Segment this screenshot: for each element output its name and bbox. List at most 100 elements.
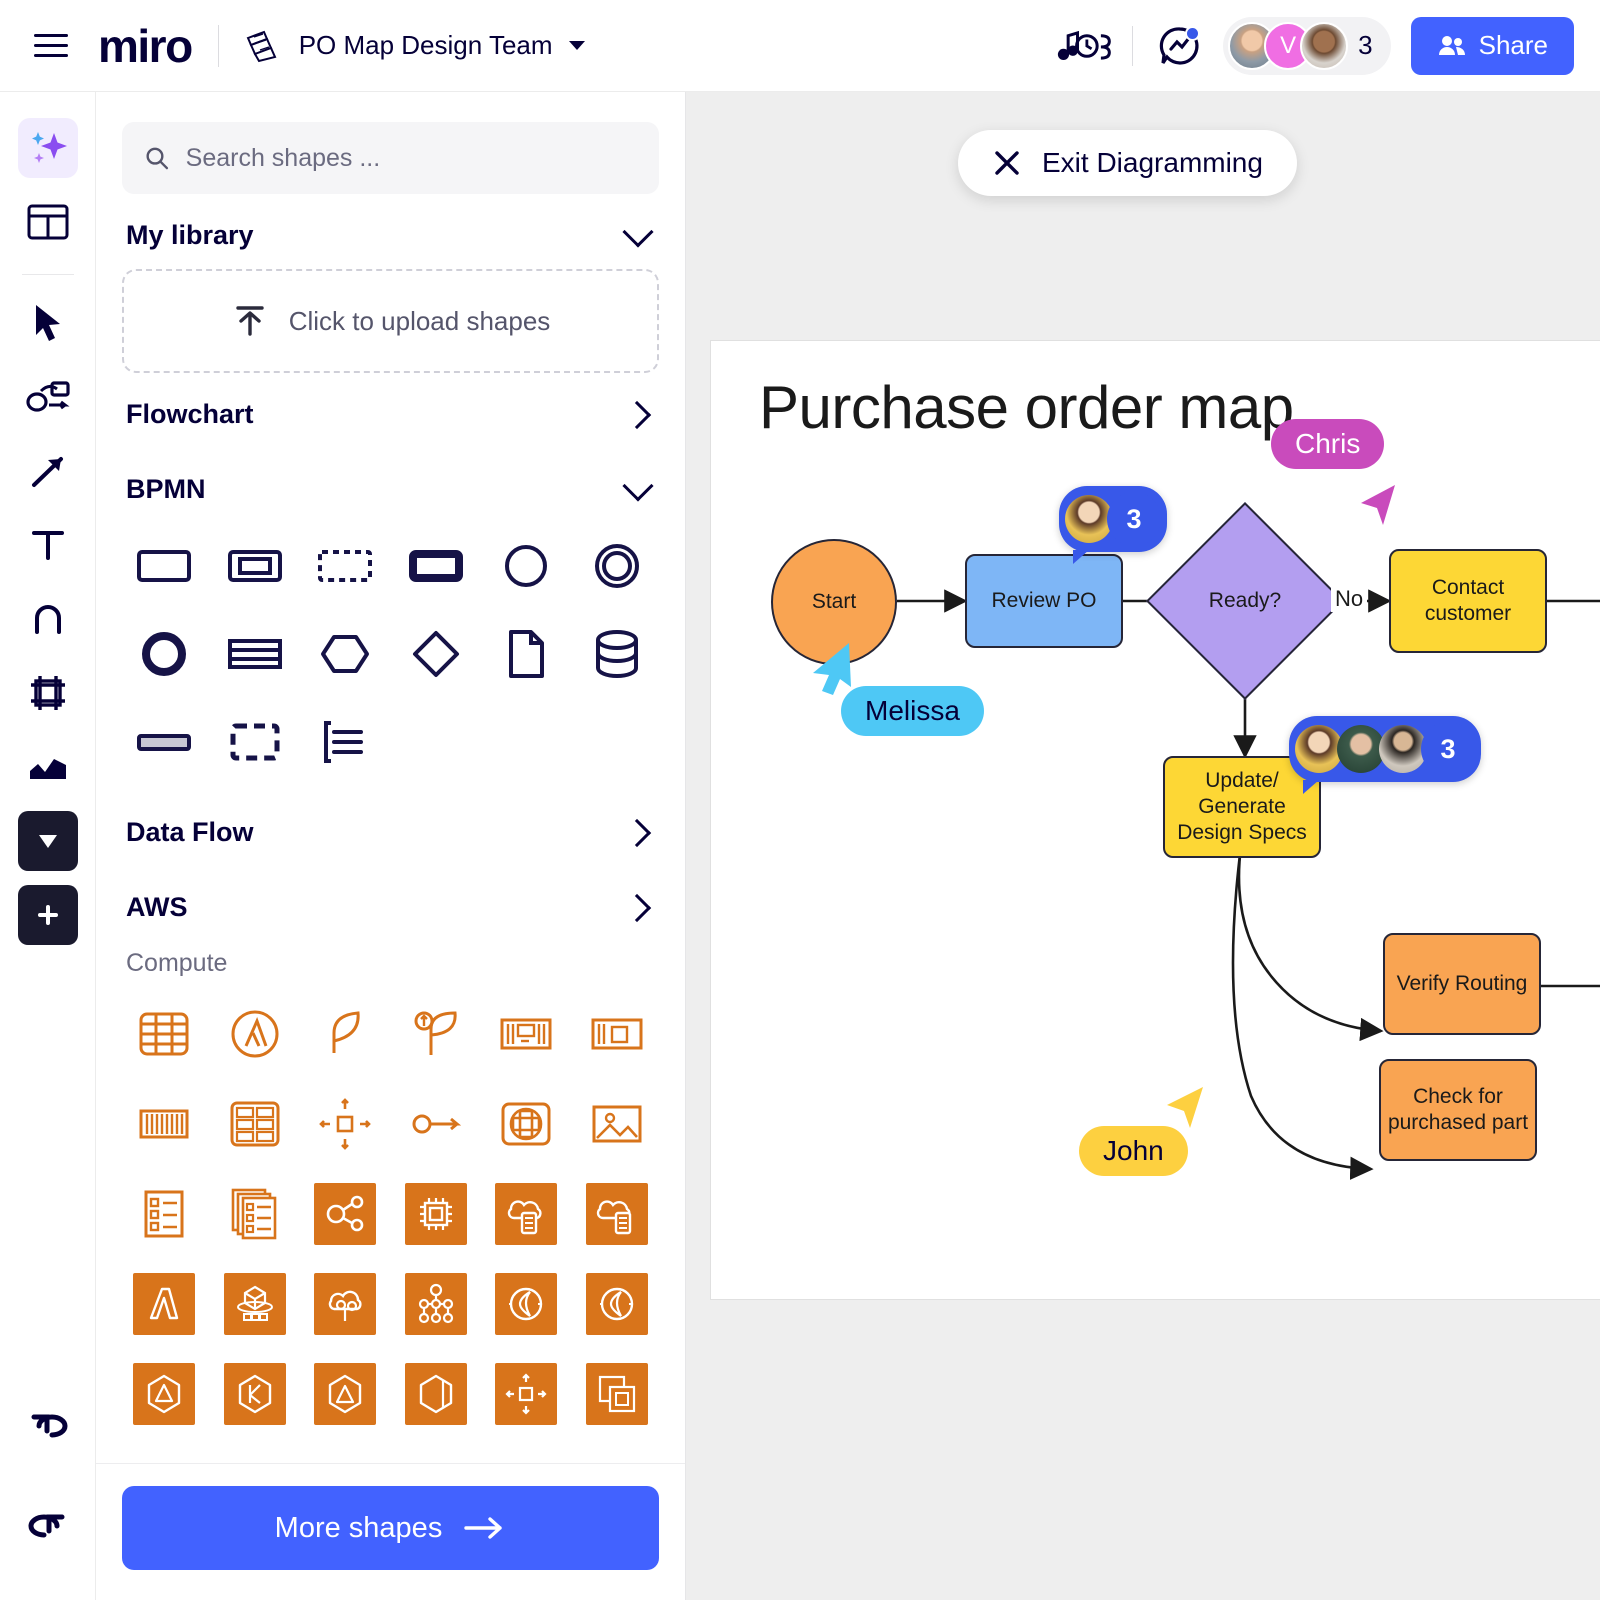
avatar-initial: V xyxy=(1280,31,1297,59)
node-label: Contact customer xyxy=(1424,575,1512,625)
tool-more-apps[interactable] xyxy=(17,885,78,945)
aws-shape-cloud-tree[interactable] xyxy=(303,1266,388,1342)
comment-badge-review[interactable]: 3 xyxy=(1059,486,1167,564)
aws-shape-grid-table[interactable] xyxy=(122,996,207,1072)
tool-arrow[interactable] xyxy=(18,441,78,501)
bpmn-shape-bold-circle[interactable] xyxy=(122,617,207,691)
tool-templates[interactable] xyxy=(18,192,78,252)
node-ready[interactable]: Ready? xyxy=(1146,502,1344,700)
undo-button[interactable] xyxy=(18,1392,78,1452)
tool-text[interactable] xyxy=(18,515,78,575)
aws-shape-lambda-circle[interactable] xyxy=(213,996,298,1072)
diagram-frame[interactable]: Purchase order map Start Review PO Ready… xyxy=(710,340,1600,1300)
aws-shape-share-nodes[interactable] xyxy=(303,1176,388,1252)
aws-shape-barcode[interactable] xyxy=(122,1086,207,1162)
aws-shape-chip-copy[interactable] xyxy=(575,1356,660,1432)
search-shapes-box[interactable] xyxy=(122,122,659,194)
bpmn-shape-document[interactable] xyxy=(484,617,569,691)
section-flowchart[interactable]: Flowchart xyxy=(122,373,659,448)
section-data-flow[interactable]: Data Flow xyxy=(122,791,659,866)
aws-shape-endpoint-arrow[interactable] xyxy=(394,1086,479,1162)
bpmn-shape-hexagon[interactable] xyxy=(303,617,388,691)
aws-shape-hexagon-k[interactable] xyxy=(213,1356,298,1432)
aws-shape-processor[interactable] xyxy=(394,1176,479,1252)
search-input[interactable] xyxy=(185,143,637,173)
aws-shape-batch-cube[interactable] xyxy=(213,1266,298,1342)
avatar xyxy=(1065,495,1113,543)
aws-shape-autoscale-chip[interactable] xyxy=(484,1356,569,1432)
comment-badge-update[interactable]: 3 xyxy=(1289,716,1481,794)
node-contact-customer[interactable]: Contact customer xyxy=(1389,549,1547,653)
bpmn-shape-diamond-gateway[interactable] xyxy=(394,617,479,691)
tool-shapes-connector[interactable] xyxy=(18,367,78,427)
bpmn-shape-annotation-list[interactable] xyxy=(303,705,388,779)
tool-pen[interactable] xyxy=(18,589,78,649)
avatar xyxy=(1337,725,1385,773)
tool-comment[interactable] xyxy=(17,811,78,871)
chevron-right-icon xyxy=(622,893,652,922)
share-button[interactable]: Share xyxy=(1410,16,1574,75)
node-review-po[interactable]: Review PO xyxy=(965,554,1123,648)
aws-tile xyxy=(133,1363,196,1425)
music-timer-icon[interactable] xyxy=(1056,17,1114,75)
tool-select[interactable] xyxy=(18,293,78,353)
section-bpmn[interactable]: BPMN xyxy=(122,448,659,523)
bpmn-shape-end-event-double-circle[interactable] xyxy=(575,529,660,603)
aws-shape-hexagon-a[interactable] xyxy=(122,1356,207,1432)
node-check-purchased-part[interactable]: Check for purchased part xyxy=(1379,1059,1537,1161)
bpmn-shape-data-store-cylinder[interactable] xyxy=(575,617,660,691)
aws-shape-rack-units[interactable] xyxy=(213,1086,298,1162)
tool-frame[interactable] xyxy=(18,663,78,723)
bpmn-shape-task-rectangle[interactable] xyxy=(122,529,207,603)
aws-shape-task-list[interactable] xyxy=(122,1176,207,1252)
aws-shape-cloud-server-alt[interactable] xyxy=(575,1176,660,1252)
upload-shapes-dropzone[interactable]: Click to upload shapes xyxy=(122,269,659,373)
bpmn-shape-banded-rectangle[interactable] xyxy=(213,617,298,691)
tool-ai-sparkle[interactable] xyxy=(17,118,78,178)
hamburger-menu-icon[interactable] xyxy=(28,23,74,69)
section-my-library[interactable]: My library xyxy=(122,194,659,269)
aws-shape-task-list-stack[interactable] xyxy=(213,1176,298,1252)
more-shapes-button[interactable]: More shapes xyxy=(122,1486,659,1570)
exit-diagramming-button[interactable]: Exit Diagramming xyxy=(958,130,1297,196)
aws-shape-auto-scaling[interactable] xyxy=(303,1086,388,1162)
bpmn-shape-event-circle[interactable] xyxy=(484,529,569,603)
aws-shape-chip-frame[interactable] xyxy=(575,996,660,1072)
node-verify-routing[interactable]: Verify Routing xyxy=(1383,933,1541,1035)
aws-shape-leaf-growth[interactable] xyxy=(394,996,479,1072)
left-toolbar xyxy=(0,92,96,1600)
aws-tile xyxy=(404,1183,467,1245)
aws-shape-lambda[interactable] xyxy=(122,1266,207,1342)
bpmn-shape-dashed-corner-rectangle[interactable] xyxy=(213,705,298,779)
aws-shape-lightsail-alt[interactable] xyxy=(575,1266,660,1342)
bpmn-shape-dashed-rectangle[interactable] xyxy=(303,529,388,603)
share-label: Share xyxy=(1478,30,1548,60)
bpmn-shape-subprocess-rectangle[interactable] xyxy=(213,529,298,603)
aws-tile xyxy=(223,1363,286,1425)
collaborator-avatars[interactable]: V 3 xyxy=(1223,16,1391,75)
aws-shape-hexagon-open[interactable] xyxy=(394,1356,479,1432)
board-canvas[interactable]: Exit Diagramming Purchase order map Star… xyxy=(686,92,1600,1600)
node-label: Verify Routing xyxy=(1396,971,1528,995)
board-name-button[interactable]: PO Map Design Team xyxy=(245,29,585,63)
cursor-arrow-icon xyxy=(35,305,60,341)
aws-shape-hexagon-b[interactable] xyxy=(303,1356,388,1432)
bpmn-shape-filled-bar[interactable] xyxy=(122,705,207,779)
aws-shape-leaf[interactable] xyxy=(303,996,388,1072)
aws-shape-grid xyxy=(122,992,659,1452)
aws-shape-lightsail[interactable] xyxy=(484,1266,569,1342)
tool-upload-media[interactable] xyxy=(18,737,78,797)
activity-chat-icon[interactable] xyxy=(1151,17,1209,75)
node-label: Start xyxy=(811,589,857,613)
aws-shape-image[interactable] xyxy=(575,1086,660,1162)
undo-icon xyxy=(31,1414,67,1438)
shapes-panel-footer: More shapes xyxy=(96,1463,685,1600)
section-aws[interactable]: AWS xyxy=(122,866,659,941)
aws-shape-cloud-server[interactable] xyxy=(484,1176,569,1252)
bpmn-shape-thick-rectangle[interactable] xyxy=(394,529,479,603)
aws-shape-server-rack[interactable] xyxy=(484,996,569,1072)
redo-button[interactable] xyxy=(18,1492,78,1552)
section-label: Flowchart xyxy=(126,399,254,429)
aws-shape-node-network[interactable] xyxy=(394,1266,479,1342)
aws-shape-elastic-beanstalk[interactable] xyxy=(484,1086,569,1162)
